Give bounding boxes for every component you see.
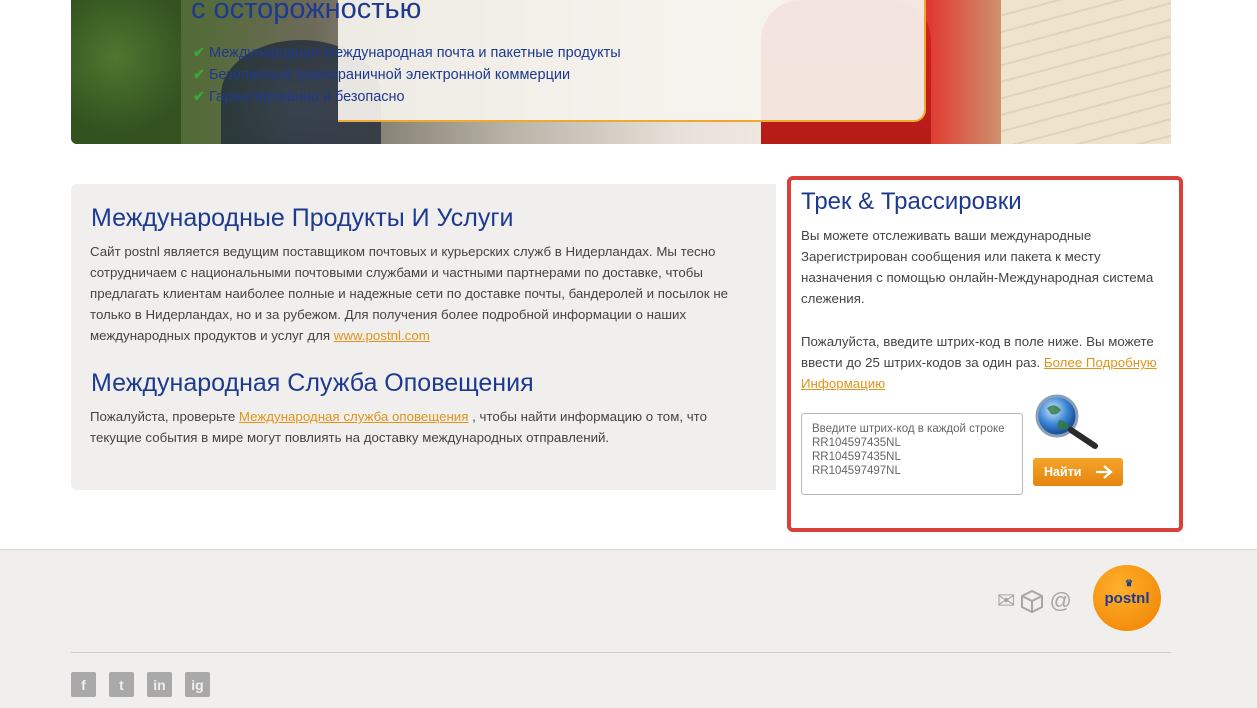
barcode-input[interactable]: Введите штрих-код в каждой строке RR1045… xyxy=(801,413,1023,495)
track-trace-box: Трек & Трассировки Вы можете отслеживать… xyxy=(787,176,1183,532)
footer-divider xyxy=(71,652,1171,653)
check-icon: ✔ xyxy=(193,88,205,104)
track-title: Трек & Трассировки xyxy=(801,188,1022,215)
social-links: f t in ig xyxy=(71,672,210,697)
track-description: Вы можете отслеживать ваши международные… xyxy=(801,228,1154,306)
alert-text: Пожалуйста, проверьте Международная служ… xyxy=(90,409,707,445)
hero-wood-wall xyxy=(1001,0,1171,144)
hero-bullet: ✔ Международная Международная почта и пак… xyxy=(193,44,621,61)
check-icon: ✔ xyxy=(193,66,205,82)
hero-banner: с осторожностью ✔ Международная Междунаро… xyxy=(71,0,1171,144)
info-panel: Международные Продукты И Услуги Сайт pos… xyxy=(71,184,776,490)
parcel-icon xyxy=(1021,589,1044,614)
footer: ✉ @ ♛ postnl f t in ig xyxy=(0,549,1257,708)
check-icon: ✔ xyxy=(193,44,205,60)
at-sign-icon: @ xyxy=(1049,588,1072,613)
hero-bullet: ✔ Безопасный трансграничной электронной к… xyxy=(193,66,571,83)
hero-title: с осторожностью xyxy=(191,0,422,25)
products-title: Международные Продукты И Услуги xyxy=(91,204,514,232)
hero-foliage xyxy=(71,0,181,144)
postnl-link[interactable]: www.postnl.com xyxy=(334,328,430,343)
products-text: Сайт postnl является ведущим поставщиком… xyxy=(90,244,729,343)
instagram-icon[interactable]: ig xyxy=(185,672,210,697)
service-icons: ✉ @ xyxy=(997,588,1072,614)
globe-search-icon xyxy=(1035,394,1098,449)
find-button[interactable]: Найти xyxy=(1033,458,1123,486)
crown-icon: ♛ xyxy=(1125,578,1134,588)
twitter-icon[interactable]: t xyxy=(109,672,134,697)
facebook-icon[interactable]: f xyxy=(71,672,96,697)
hero-bullet-list: ✔ Международная Международная почта и пак… xyxy=(193,42,621,108)
linkedin-icon[interactable]: in xyxy=(147,672,172,697)
alert-service-link[interactable]: Международная служба оповещения xyxy=(239,409,469,424)
postnl-logo[interactable]: ♛ postnl xyxy=(1093,565,1161,631)
alert-title: Международная Служба Оповещения xyxy=(91,369,534,397)
mail-icon: ✉ xyxy=(997,588,1016,613)
arrow-right-icon xyxy=(1096,465,1114,479)
hero-bullet: ✔ Гарантированно и безопасно xyxy=(193,88,405,105)
track-instruction: Пожалуйста, введите штрих-код в поле ниж… xyxy=(801,334,1157,391)
